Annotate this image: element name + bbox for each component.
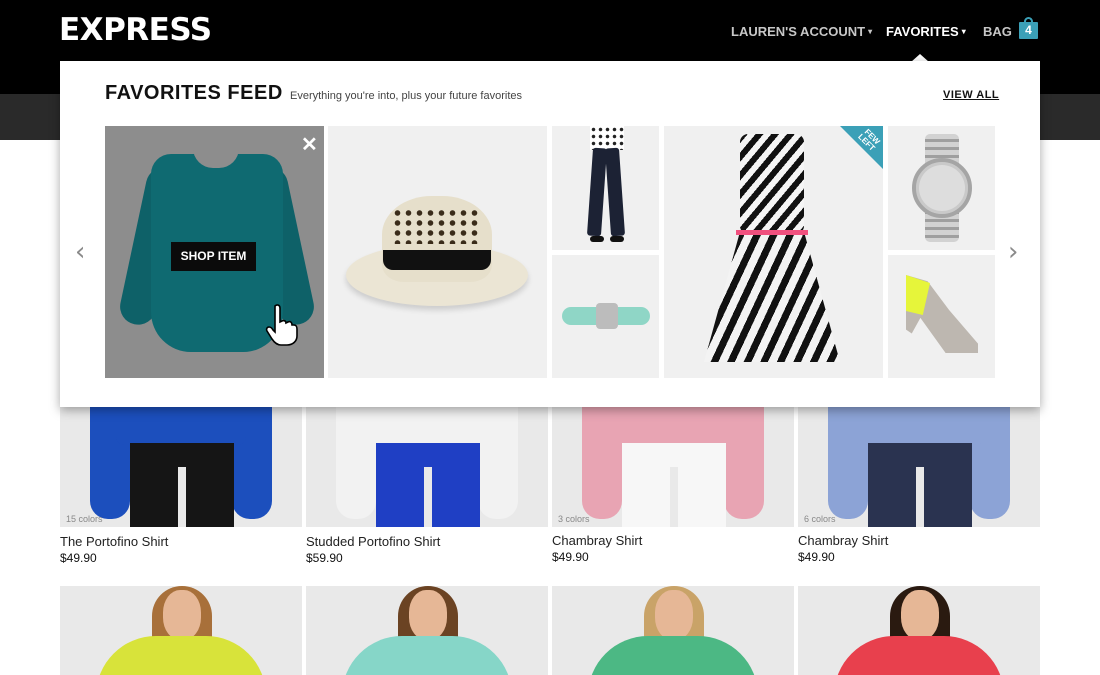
feed-item-blouse[interactable]: ✕ SHOP ITEM <box>105 126 324 378</box>
hand-cursor-icon <box>265 304 298 346</box>
pants-gap <box>178 467 186 527</box>
chevron-left-icon[interactable]: ‹ <box>75 237 85 267</box>
product-name[interactable]: Chambray Shirt <box>552 533 642 548</box>
shirt <box>96 636 266 675</box>
model-face <box>655 590 693 640</box>
feed-item-hat[interactable] <box>328 126 547 378</box>
hat-band <box>383 250 491 270</box>
shoe <box>610 236 624 242</box>
feed-item-headband[interactable] <box>552 255 659 378</box>
shirt <box>608 407 738 445</box>
pants-gap <box>916 467 924 527</box>
feed-item-watch[interactable] <box>888 126 995 250</box>
shirt <box>342 636 512 675</box>
shirt <box>362 407 492 445</box>
product-image[interactable] <box>60 586 302 675</box>
bag-link[interactable]: BAG <box>983 24 1012 39</box>
product-name[interactable]: The Portofino Shirt <box>60 534 168 549</box>
feed-item-dress[interactable]: FEW LEFT <box>664 126 883 378</box>
hat-weave <box>392 208 482 244</box>
product-price: $59.90 <box>306 551 343 565</box>
colors-count: 6 colors <box>804 514 836 524</box>
chevron-right-icon[interactable]: › <box>1008 237 1018 267</box>
view-all-link[interactable]: VIEW ALL <box>943 89 999 101</box>
product-name[interactable]: Chambray Shirt <box>798 533 888 548</box>
dress-belt <box>736 230 808 235</box>
product-image[interactable]: 15 colors <box>60 407 302 527</box>
express-logo[interactable]: EXPRESS <box>59 12 212 48</box>
account-label: LAUREN'S ACCOUNT <box>731 24 866 39</box>
chevron-down-icon: ▾ <box>868 27 873 36</box>
pants-gap <box>670 467 678 527</box>
model-face <box>901 590 939 640</box>
shoe <box>590 236 604 242</box>
feed-title: FAVORITES FEED <box>105 82 283 104</box>
feed-item-pants[interactable] <box>552 126 659 250</box>
shop-item-button[interactable]: SHOP ITEM <box>171 242 256 271</box>
watch-image <box>912 158 972 218</box>
colors-count: 3 colors <box>558 514 590 524</box>
dress-bodice <box>740 134 804 234</box>
colors-count: 15 colors <box>66 514 103 524</box>
product-image[interactable] <box>306 586 548 675</box>
account-menu[interactable]: LAUREN'S ACCOUNT ▾ <box>731 24 872 39</box>
feed-subtitle: Everything you're into, plus your future… <box>290 90 522 102</box>
close-icon[interactable]: ✕ <box>301 132 318 157</box>
pants-gap <box>424 467 432 527</box>
polka-dot-top <box>590 126 624 150</box>
dress-skirt <box>704 234 840 362</box>
product-price: $49.90 <box>60 551 97 565</box>
favorites-menu[interactable]: FAVORITES ▾ <box>886 24 966 39</box>
product-image[interactable] <box>798 586 1040 675</box>
shirt <box>116 407 246 445</box>
product-image[interactable] <box>306 407 548 527</box>
feed-item-heels[interactable] <box>888 255 995 378</box>
pants-leg <box>604 147 626 237</box>
product-image[interactable]: 6 colors <box>798 407 1040 527</box>
favorites-feed-panel: FAVORITES FEED Everything you're into, p… <box>60 61 1040 407</box>
favorites-label: FAVORITES <box>886 24 959 39</box>
shopping-bag-icon[interactable]: 4 <box>1019 17 1038 39</box>
shirt <box>834 636 1004 675</box>
chevron-down-icon: ▾ <box>961 27 966 36</box>
shirt <box>588 636 758 675</box>
pants-leg <box>586 147 608 237</box>
product-image[interactable]: 3 colors <box>552 407 794 527</box>
bag-count: 4 <box>1025 23 1032 37</box>
model-face <box>409 590 447 640</box>
model-face <box>163 590 201 640</box>
shirt <box>854 407 984 445</box>
product-name[interactable]: Studded Portofino Shirt <box>306 534 440 549</box>
product-price: $49.90 <box>552 550 589 564</box>
headband-clasp <box>596 303 618 329</box>
product-image[interactable] <box>552 586 794 675</box>
product-price: $49.90 <box>798 550 835 564</box>
